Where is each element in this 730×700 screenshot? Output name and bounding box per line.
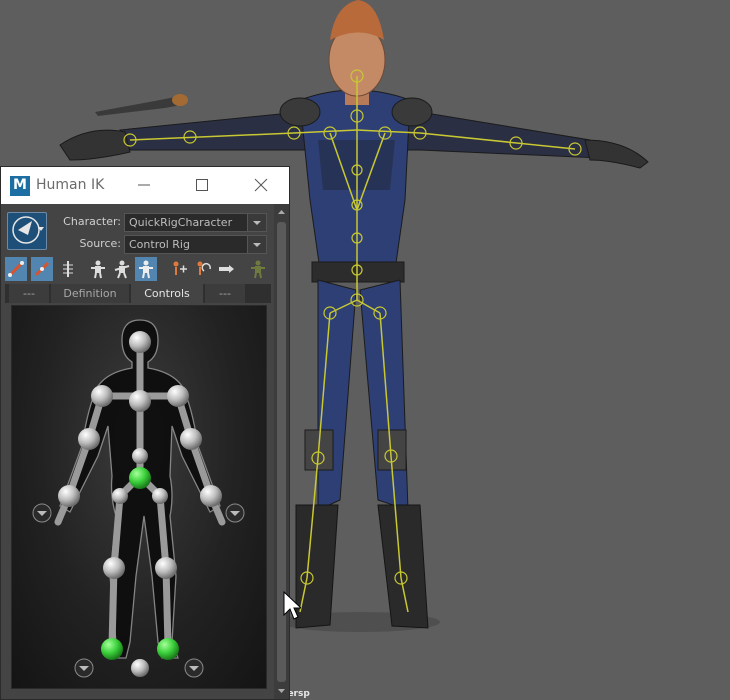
full-body-ik-icon[interactable] [31,257,53,281]
human-ik-window[interactable]: M Human IK Character: QuickRigCharacter [0,166,290,700]
character-rig-icon [12,216,44,244]
source-label: Source: [79,237,122,250]
character-value: QuickRigCharacter [129,216,233,229]
chevron-down-icon[interactable] [247,236,266,253]
rotate-pin-icon[interactable] [191,257,213,281]
effector-figure[interactable] [12,306,267,689]
character-menu-button[interactable] [7,212,47,250]
tab-controls[interactable]: Controls [131,284,203,303]
figure-select-icon[interactable] [87,257,109,281]
minimize-icon[interactable] [132,173,156,197]
tab-dash-left[interactable]: --- [9,284,49,303]
right-foot-expand-icon[interactable] [184,658,204,678]
source-value: Control Rig [129,238,190,251]
window-title: Human IK [36,177,105,193]
character-dropdown[interactable]: QuickRigCharacter [124,213,267,232]
maximize-icon[interactable] [190,173,214,197]
move-pin-icon[interactable] [167,257,189,281]
right-hand-expand-icon[interactable] [225,503,245,523]
tab-bar: --- Definition Controls --- [5,284,271,303]
figure-pin-icon[interactable] [111,257,133,281]
character-label: Character: [63,215,121,228]
maya-logo-icon: M [10,176,30,196]
key-icon[interactable] [215,257,237,281]
stance-icon[interactable] [247,257,269,281]
controls-figure-panel[interactable] [11,305,267,689]
chevron-down-icon[interactable] [247,214,266,231]
figure-body-icon[interactable] [135,257,157,281]
fk-ik-toggle-icon[interactable] [5,257,27,281]
hik-toolbar [5,257,271,283]
left-hand-expand-icon[interactable] [32,503,52,523]
mouse-cursor-icon [283,590,303,625]
close-icon[interactable] [249,173,273,197]
tab-definition[interactable]: Definition [51,284,129,303]
left-foot-expand-icon[interactable] [74,658,94,678]
spine-icon[interactable] [57,257,79,281]
window-body: Character: QuickRigCharacter Source: Con… [1,204,289,699]
tab-dash-right[interactable]: --- [205,284,245,303]
source-dropdown[interactable]: Control Rig [124,235,267,254]
window-titlebar[interactable]: M Human IK [1,167,289,204]
